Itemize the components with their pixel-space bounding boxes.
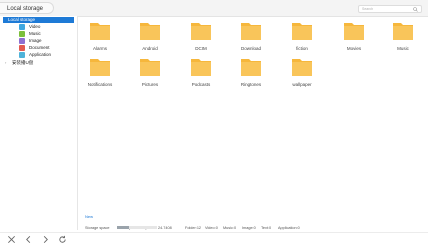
- folder-name: DCIM: [195, 46, 207, 51]
- folder-count: Folder:12: [185, 226, 202, 230]
- sidebar-item-label: Video: [29, 24, 41, 29]
- sidebar-item-music[interactable]: Music: [19, 31, 75, 37]
- folder-name: Music: [397, 46, 409, 51]
- folder-name: wallpaper: [292, 82, 312, 87]
- search-icon[interactable]: [413, 7, 418, 12]
- folder-name: Android: [142, 46, 158, 51]
- folder-icon: [344, 23, 364, 40]
- image-icon: [19, 38, 25, 44]
- top-bar: Local storage Search: [0, 0, 428, 17]
- sidebar-item-label: Image: [29, 38, 42, 43]
- folder-name: Movies: [346, 46, 362, 51]
- sidebar-item-label: 安装播U盘: [12, 60, 34, 65]
- folder-item[interactable]: Download: [231, 20, 271, 60]
- video-count: Video:0: [205, 226, 218, 230]
- folder-item[interactable]: Music: [383, 20, 423, 60]
- folder-item[interactable]: wallpaper: [282, 56, 322, 96]
- folder-item[interactable]: Podcasts: [181, 56, 221, 96]
- folder-icon: [140, 23, 160, 40]
- sidebar-item-video[interactable]: Video: [19, 24, 75, 30]
- folder-name: fiction: [296, 46, 308, 51]
- chevron-right-icon: ›: [5, 60, 7, 65]
- music-icon: [19, 31, 25, 37]
- folder-item[interactable]: DCIM: [181, 20, 221, 60]
- folder-icon: [292, 59, 312, 76]
- sidebar-item-label: Music: [29, 31, 41, 36]
- sidebar-item-image[interactable]: Image: [19, 38, 75, 44]
- folder-icon: [191, 23, 211, 40]
- search-input[interactable]: Search: [358, 5, 422, 13]
- sidebar-item-label: Document: [29, 45, 50, 50]
- text-count: Text:0: [261, 226, 272, 230]
- storage-usage-fill: [117, 226, 129, 229]
- folder-icon: [241, 23, 261, 40]
- folder-icon: [191, 59, 211, 76]
- storage-space-label: Storage space: [85, 226, 110, 230]
- application-icon: [19, 52, 25, 58]
- folder-item[interactable]: Alarms: [80, 20, 120, 60]
- sidebar-item-document[interactable]: Document: [19, 45, 75, 51]
- close-icon[interactable]: [7, 235, 16, 244]
- folder-name: Alarms: [92, 46, 107, 51]
- refresh-icon[interactable]: [58, 235, 67, 244]
- folder-icon: [140, 59, 160, 76]
- folder-icon: [393, 23, 413, 40]
- folder-item[interactable]: Android: [130, 20, 170, 60]
- folder-icon: [292, 23, 312, 40]
- breadcrumb-local-storage[interactable]: Local storage: [0, 2, 55, 14]
- chevron-left-icon[interactable]: [24, 235, 33, 244]
- music-count: Music:0: [223, 226, 237, 230]
- sidebar: Local storage Video Music Image Document…: [0, 16, 78, 230]
- sidebar-item-local-storage[interactable]: Local storage: [3, 17, 74, 23]
- folder-name: Podcasts: [191, 82, 211, 87]
- folder-item[interactable]: Movies: [334, 20, 374, 60]
- folder-name: Notifications: [87, 82, 113, 87]
- free-space-text: 24.7408: [158, 226, 172, 230]
- folder-name: Pictures: [141, 82, 159, 87]
- folder-icon: [90, 23, 110, 40]
- sidebar-item-label: Application: [29, 52, 52, 57]
- application-count: Application:0: [278, 226, 300, 230]
- image-count: Image:0: [242, 226, 256, 230]
- folder-item[interactable]: Ringtones: [231, 56, 271, 96]
- video-icon: [19, 24, 25, 30]
- folder-name: Ringtones: [240, 82, 262, 87]
- folder-icon: [90, 59, 110, 76]
- folder-name: Download: [240, 46, 261, 51]
- chevron-right-icon[interactable]: [41, 235, 50, 244]
- navigation-bar: [0, 232, 428, 246]
- new-button[interactable]: New: [85, 214, 93, 219]
- document-icon: [19, 45, 25, 51]
- folder-item[interactable]: Notifications: [80, 56, 120, 96]
- folder-icon: [241, 59, 261, 76]
- folder-item[interactable]: fiction: [282, 20, 322, 60]
- storage-usage-bar: [117, 226, 157, 229]
- sidebar-item-application[interactable]: Application: [19, 52, 75, 58]
- folder-item[interactable]: Pictures: [130, 56, 170, 96]
- search-placeholder: Search: [362, 7, 374, 11]
